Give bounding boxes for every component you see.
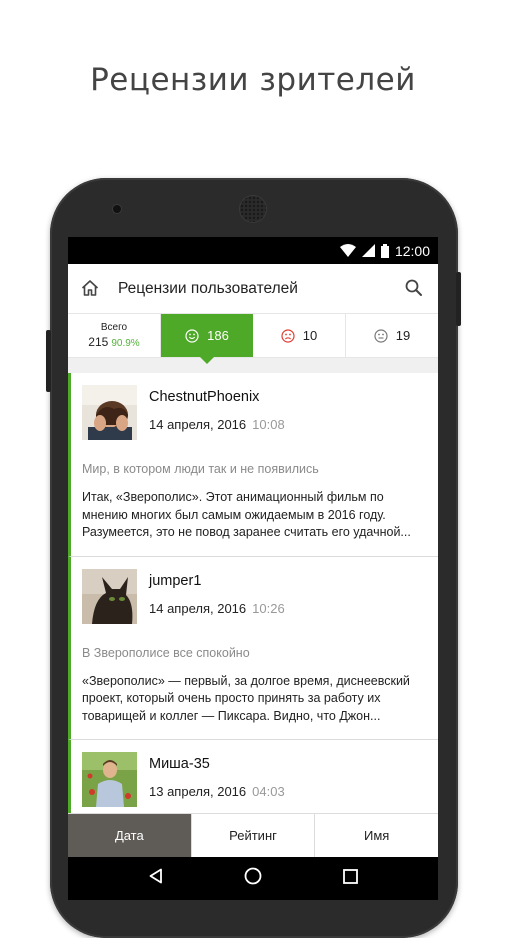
volume-button [46,330,51,392]
signal-icon [361,244,375,257]
home-circle-icon[interactable] [244,867,262,890]
tab-rating[interactable]: Рейтинг [192,814,316,857]
review-date: 14 апреля, 2016 10:26 [149,601,285,616]
app-bar: Рецензии пользователей [68,264,438,314]
review-date-text: 14 апреля, 2016 [149,417,247,432]
filter-all[interactable]: Всего 215 90.9% [68,314,161,357]
review-text: «Зверополис» — первый, за долгое время, … [82,673,410,723]
review-time: 10:26 [252,600,285,616]
review-item[interactable]: jumper1 14 апреля, 2016 10:26 В Зверополи… [68,556,438,740]
page-title: Рецензии пользователей [118,279,298,297]
total-label: Всего [100,322,128,333]
battery-icon [380,243,389,258]
review-item[interactable]: Миша-35 13 апреля, 2016 04:03 [68,740,438,813]
review-date-text: 14 апреля, 2016 [149,600,247,616]
filter-negative[interactable]: 10 [253,314,346,357]
filter-positive[interactable]: 186 [161,314,253,364]
phone-screen: 12:00 Рецензии пользователей Всего 215 9… [68,237,438,900]
positive-count: 186 [207,328,229,343]
review-title: В Зверополисе все спокойно [82,645,250,660]
negative-count: 10 [302,328,318,343]
review-date: 13 апреля, 2016 04:03 [149,784,285,799]
review-date: 14 апреля, 2016 10:08 [149,417,285,432]
tab-name[interactable]: Имя [315,814,438,857]
filter-neutral[interactable]: 19 [346,314,438,357]
neutral-face-icon [374,328,388,343]
review-item[interactable]: ChestnutPhoenix 14 апреля, 2016 10:08 Мир… [68,373,438,557]
avatar [82,568,137,624]
status-time: 12:00 [394,242,430,259]
total-percent: 90.9% [111,338,140,349]
total-count: 215 [88,335,109,349]
home-icon[interactable] [80,278,102,300]
recents-icon[interactable] [342,868,358,889]
search-icon[interactable] [404,278,426,300]
review-author[interactable]: Миша-35 [149,756,285,772]
review-filters: Всего 215 90.9% 186 10 19 [68,314,438,364]
review-time: 04:03 [252,784,285,799]
promo-title: Рецензии зрителей [90,62,416,98]
review-time: 10:08 [252,417,285,432]
review-date-text: 13 апреля, 2016 [149,784,247,799]
review-title: Мир, в котором люди так и не появились [82,462,319,476]
avatar [82,385,137,440]
phone-speaker [240,196,266,222]
tab-date[interactable]: Дата [68,814,192,857]
list-divider [68,358,438,373]
review-author[interactable]: jumper1 [149,573,285,589]
system-nav-bar [68,857,438,900]
neutral-count: 19 [395,328,411,343]
review-author[interactable]: ChestnutPhoenix [149,389,285,405]
sort-tabs: Дата Рейтинг Имя [68,813,438,857]
power-button [456,272,461,326]
status-bar: 12:00 [68,237,438,264]
front-camera [113,205,121,213]
wifi-icon [339,244,356,257]
back-icon[interactable] [148,868,164,889]
avatar [82,752,137,807]
smile-icon [185,328,199,343]
review-text: Итак, «Зверополис». Этот анимационный фи… [82,490,411,539]
review-list[interactable]: ChestnutPhoenix 14 апреля, 2016 10:08 Мир… [68,373,438,813]
frown-icon [281,328,295,343]
